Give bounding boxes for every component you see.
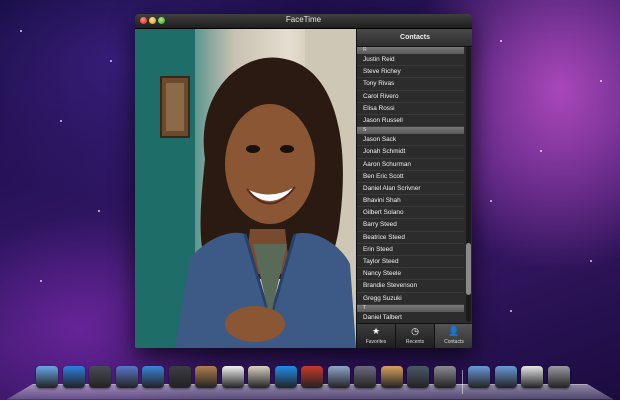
clock-icon: ◷ [411, 326, 419, 336]
contact-row[interactable]: Ben Eric Scott [357, 171, 464, 183]
tab-contacts[interactable]: 👤 Contacts [435, 324, 472, 348]
time-machine-icon[interactable] [407, 366, 429, 388]
dock-separator [462, 370, 463, 394]
dock [6, 366, 614, 400]
contacts-icon: 👤 [448, 326, 460, 336]
contact-row[interactable]: Tony Rivas [357, 78, 464, 91]
contact-row[interactable]: Daniel Alan Scrivner [357, 183, 464, 196]
window-title: FaceTime [285, 15, 322, 24]
section-header: T [357, 304, 464, 312]
contact-row[interactable]: Brandie Stevenson [357, 280, 464, 293]
itunes-icon[interactable] [274, 366, 297, 388]
safari-icon[interactable] [142, 366, 164, 388]
photo-icon[interactable] [115, 366, 138, 388]
contact-row[interactable]: Gregg Suzuki [357, 293, 464, 305]
app-store-icon[interactable] [62, 366, 85, 388]
contact-row[interactable]: Aaron Schurman [357, 159, 464, 171]
contacts-header: Contacts [357, 29, 472, 47]
finder-icon[interactable] [36, 366, 58, 388]
section-header: S [357, 127, 464, 135]
contact-row[interactable]: Carol Rivero [357, 91, 464, 103]
ical-icon[interactable] [221, 366, 244, 388]
contact-row[interactable]: Gilbert Solano [357, 207, 464, 220]
photo-booth-icon[interactable] [301, 366, 323, 388]
contacts-panel: Contacts R Justin Reid Steve Richey Tony Ri… [356, 29, 472, 348]
contact-row[interactable]: Jason Russell [357, 115, 464, 128]
tab-recents[interactable]: ◷ Recents [396, 324, 435, 348]
preview-icon[interactable] [248, 366, 270, 388]
caller-video-image [135, 29, 356, 348]
trash-icon[interactable] [547, 366, 570, 388]
dashboard-icon[interactable] [89, 366, 111, 388]
system-preferences-icon[interactable] [433, 366, 456, 388]
garageband-icon[interactable] [380, 366, 403, 388]
documents-folder-icon[interactable] [494, 366, 517, 388]
contact-row[interactable]: Daniel Talbert [357, 312, 464, 322]
address-book-icon[interactable] [195, 366, 217, 388]
title-bar[interactable]: FaceTime [135, 14, 472, 29]
tab-bar: ★ Favorites ◷ Recents 👤 Contacts [357, 323, 472, 348]
video-feed [135, 29, 356, 348]
facetime-window: FaceTime Contacts R Justin Reid Steve Ri… [135, 14, 472, 348]
contact-row[interactable]: Taylor Steed [357, 256, 464, 269]
contacts-scrollbar[interactable] [466, 47, 471, 322]
contact-row[interactable]: Elisa Rossi [357, 103, 464, 115]
section-header: R [357, 47, 464, 54]
contact-row[interactable]: Jonah Schmidt [357, 146, 464, 159]
contacts-list[interactable]: R Justin Reid Steve Richey Tony Rivas Carol … [357, 47, 464, 322]
scrollbar-thumb[interactable] [466, 243, 471, 295]
contact-row[interactable]: Justin Reid [357, 54, 464, 67]
contact-row[interactable]: Nancy Steele [357, 268, 464, 281]
facetime-icon[interactable] [168, 366, 191, 388]
contact-row[interactable]: Steve Richey [357, 66, 464, 79]
tab-favorites[interactable]: ★ Favorites [357, 324, 396, 348]
contact-row[interactable]: Bhavini Shah [357, 195, 464, 208]
star-icon: ★ [371, 326, 381, 336]
iphoto-icon[interactable] [327, 366, 350, 388]
pdf-icon[interactable] [521, 366, 543, 388]
imovie-icon[interactable] [354, 366, 376, 388]
contact-row[interactable]: Beatrice Steed [357, 232, 464, 244]
applications-folder-icon[interactable] [468, 366, 490, 388]
contact-row[interactable]: Jason Sack [357, 134, 464, 147]
contact-row[interactable]: Erin Steed [357, 244, 464, 256]
contact-row[interactable]: Barry Steed [357, 219, 464, 232]
